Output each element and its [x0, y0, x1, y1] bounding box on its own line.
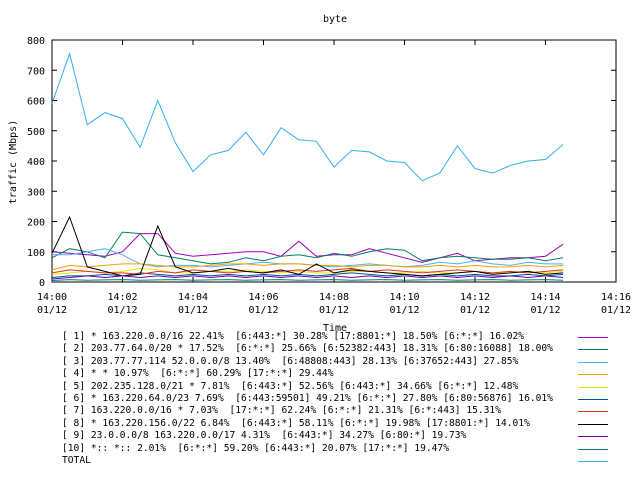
y-tick-label: 800 — [27, 36, 45, 47]
y-tick-label: 600 — [27, 97, 45, 108]
legend-entry: [ 8] * 163.220.156.0/22 6.84% [6:443:*] … — [62, 418, 622, 430]
legend-entry: TOTAL — [62, 455, 622, 467]
legend: [ 1] * 163.220.0.0/16 22.41% [6:443:*] 3… — [62, 331, 622, 467]
series-line-11 — [51, 51, 564, 182]
x-tick-date: 01/12 — [601, 305, 631, 316]
x-tick-time: 14:14 — [530, 292, 560, 303]
legend-entry: [ 4] * * 10.97% [6:*:*] 60.29% [17:*:*] … — [62, 368, 622, 380]
legend-swatch — [578, 374, 608, 376]
legend-swatch — [578, 398, 608, 400]
x-tick-date: 01/12 — [107, 305, 137, 316]
plot-lines — [51, 51, 564, 281]
legend-entry: [ 7] 163.220.0.0/16 * 7.03% [17:*:*] 62.… — [62, 405, 622, 417]
legend-swatch — [578, 423, 608, 425]
legend-label: [ 5] 202.235.128.0/21 * 7.81% [6:443:*] … — [62, 380, 519, 392]
legend-label: [ 6] * 163.220.64.0/23 7.69% [6:443:5950… — [62, 392, 553, 404]
x-tick-date: 01/12 — [460, 305, 490, 316]
x-tick-time: 14:16 — [601, 292, 631, 303]
legend-swatch — [578, 448, 608, 450]
x-tick-time: 14:00 — [37, 292, 67, 303]
legend-label: [ 7] 163.220.0.0/16 * 7.03% [17:*:*] 62.… — [62, 405, 501, 417]
x-tick-date: 01/12 — [178, 305, 208, 316]
legend-swatch — [578, 436, 608, 438]
legend-label: [ 8] * 163.220.156.0/22 6.84% [6:443:*] … — [62, 417, 530, 429]
legend-label: [ 3] 203.77.77.114 52.0.0.0/8 13.40% [6:… — [62, 355, 519, 367]
y-tick-label: 700 — [27, 66, 45, 77]
legend-label: [ 9] 23.0.0.0/8 163.220.0.0/17 4.31% [6:… — [62, 430, 467, 442]
legend-entry: [ 3] 203.77.77.114 52.0.0.0/8 13.40% [6:… — [62, 356, 622, 368]
legend-swatch — [578, 411, 608, 413]
y-axis: 0 100 200 300 400 500 600 700 800 — [27, 36, 616, 289]
series-line-10 — [51, 279, 564, 281]
legend-swatch — [578, 349, 608, 351]
legend-swatch — [578, 460, 608, 462]
y-axis-label: traffic (Mbps) — [8, 120, 19, 204]
legend-label: [10] *:: *:: 2.01% [6:*:*] 59.20% [6:443… — [62, 442, 449, 454]
x-tick-time: 14:08 — [319, 292, 349, 303]
legend-swatch — [578, 361, 608, 363]
x-tick-time: 14:12 — [460, 292, 490, 303]
legend-label: [ 2] 203.77.64.0/20 * 17.52% [6:*:*] 25.… — [62, 343, 553, 355]
x-tick-date: 01/12 — [248, 305, 278, 316]
x-tick-time: 14:10 — [389, 292, 419, 303]
legend-label: [ 4] * * 10.97% [6:*:*] 60.29% [17:*:*] … — [62, 368, 334, 380]
legend-entry: [ 5] 202.235.128.0/21 * 7.81% [6:443:*] … — [62, 381, 622, 393]
legend-label: TOTAL — [62, 454, 91, 466]
legend-entry: [ 1] * 163.220.0.0/16 22.41% [6:443:*] 3… — [62, 331, 622, 343]
legend-entry: [10] *:: *:: 2.01% [6:*:*] 59.20% [6:443… — [62, 443, 622, 455]
x-tick-time: 14:06 — [248, 292, 278, 303]
y-tick-label: 300 — [27, 187, 45, 198]
chart-title: byte — [323, 14, 347, 25]
legend-entry: [ 6] * 163.220.64.0/23 7.69% [6:443:5950… — [62, 393, 622, 405]
x-tick-date: 01/12 — [389, 305, 419, 316]
series-line-8 — [51, 215, 564, 277]
series-line-2 — [51, 231, 564, 265]
y-tick-label: 200 — [27, 218, 45, 229]
legend-entry: [ 2] 203.77.64.0/20 * 17.52% [6:*:*] 25.… — [62, 343, 622, 355]
legend-label: [ 1] * 163.220.0.0/16 22.41% [6:443:*] 3… — [62, 331, 525, 342]
x-tick-date: 01/12 — [530, 305, 560, 316]
y-tick-label: 400 — [27, 157, 45, 168]
x-tick-date: 01/12 — [37, 305, 67, 316]
y-tick-label: 0 — [39, 278, 45, 289]
x-tick-date: 01/12 — [319, 305, 349, 316]
y-tick-label: 100 — [27, 248, 45, 259]
x-tick-time: 14:04 — [178, 292, 208, 303]
series-line-9 — [51, 275, 564, 280]
x-tick-time: 14:02 — [107, 292, 137, 303]
y-tick-label: 500 — [27, 127, 45, 138]
legend-entry: [ 9] 23.0.0.0/8 163.220.0.0/17 4.31% [6:… — [62, 430, 622, 442]
legend-swatch — [578, 386, 608, 388]
legend-swatch — [578, 337, 608, 338]
